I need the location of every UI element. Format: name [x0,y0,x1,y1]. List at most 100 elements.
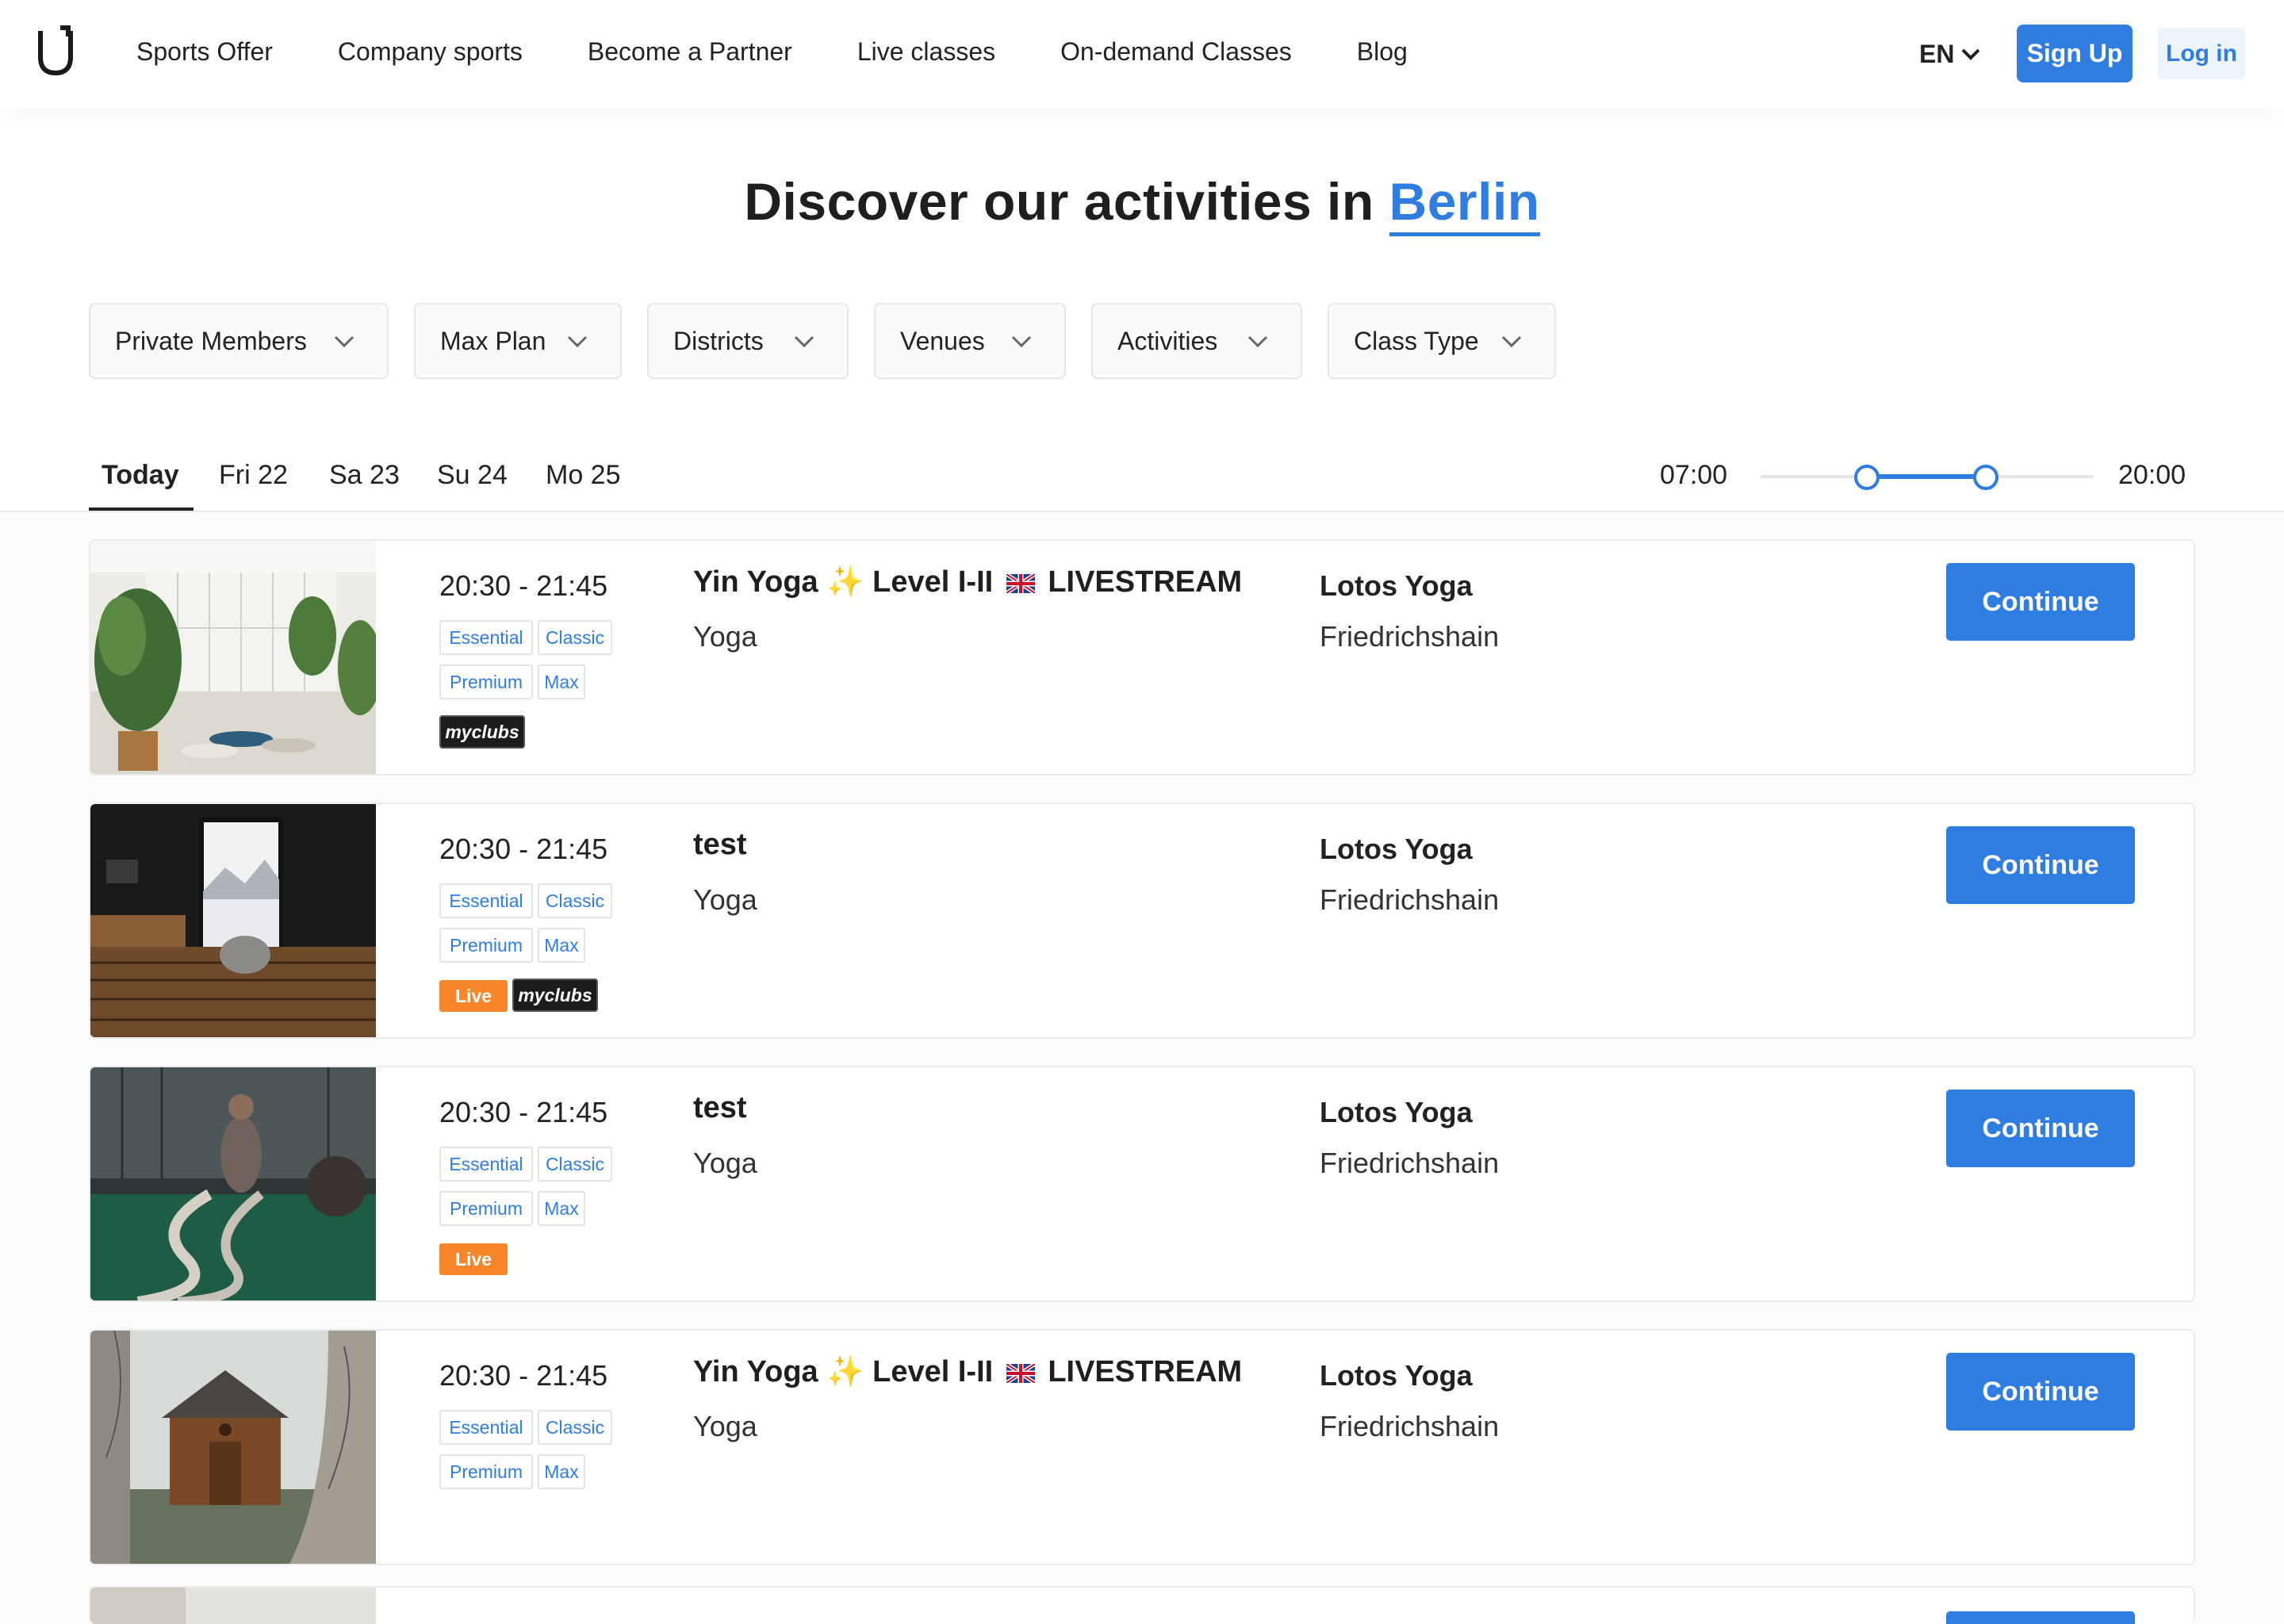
live-badge: Live [439,980,508,1012]
class-time: 20:30 - 21:45 [439,833,608,865]
log-in-button[interactable]: Log in [2158,28,2245,79]
plan-tag-classic: Classic [538,1147,612,1182]
sauna-photo [90,804,376,1037]
urban-sports-logo-icon[interactable] [36,25,75,78]
tab-today[interactable]: Today [102,460,179,491]
continue-button[interactable]: Continue [1946,826,2135,904]
class-card: 20:30 - 21:45 Essential Classic Premium … [89,802,2195,1039]
class-image[interactable] [90,804,376,1037]
plan-tag-essential: Essential [439,1410,533,1445]
class-time: 20:30 - 21:45 [439,1096,608,1128]
continue-button[interactable]: Continue [1946,563,2135,641]
tab-fri-22[interactable]: Fri 22 [219,460,288,491]
class-card: 20:30 - 21:45 Essential Classic Premium … [89,539,2195,776]
filter-label: Activities [1117,326,1218,355]
class-category: Yoga [693,1410,757,1442]
plan-tag-classic: Classic [538,1410,612,1445]
class-title-name: Yin Yoga [693,565,818,599]
plan-tag-essential: Essential [439,620,533,655]
plan-tag-premium: Premium [439,1454,533,1489]
filter-label: Private Members [115,326,307,355]
filter-venues[interactable]: Venues [874,303,1066,379]
time-slider-range [1867,474,1986,479]
class-title[interactable]: Yin Yoga ✨ Level I-II LIVESTREAM [693,565,1242,599]
wooden-hut-photo [90,1331,376,1564]
venue-name[interactable]: Lotos Yoga [1320,569,1473,603]
filter-label: Class Type [1354,326,1479,355]
filter-class-type[interactable]: Class Type [1328,303,1556,379]
page-title-prefix: Discover our activities in [744,172,1374,231]
tab-su-24[interactable]: Su 24 [437,460,508,491]
class-time: 20:30 - 21:45 [439,569,608,602]
sparkles-icon: ✨ [826,1355,864,1388]
plan-tag-classic: Classic [538,883,612,918]
chevron-down-icon [334,335,354,348]
continue-button[interactable]: Continue [1946,1090,2135,1167]
top-nav: Sports Offer Company sports Become a Par… [0,0,2284,108]
filter-max-plan[interactable]: Max Plan [414,303,622,379]
nav-link-sports-offer[interactable]: Sports Offer [136,37,273,67]
plan-tag-essential: Essential [439,1147,533,1182]
class-card: 20:30 - 21:45 Essential Classic Premium … [89,1066,2195,1302]
class-image[interactable] [90,541,376,774]
sparkles-icon: ✨ [826,565,864,599]
class-title[interactable]: test [693,828,747,862]
class-card: 20:30 - 21:45 Essential Classic Premium … [89,1329,2195,1565]
language-selector[interactable]: EN [1919,36,1981,71]
tab-mo-25[interactable]: Mo 25 [546,460,621,491]
nav-link-live-classes[interactable]: Live classes [857,37,995,67]
chevron-down-icon [1962,48,1980,60]
district-name: Friedrichshain [1320,1147,1500,1179]
continue-button[interactable]: Continue [1946,1353,2135,1431]
filter-label: Max Plan [440,326,546,355]
class-card [89,1586,2195,1624]
chevron-down-icon [1011,335,1032,348]
class-image[interactable] [90,1588,376,1624]
filter-districts[interactable]: Districts [647,303,849,379]
class-title-name: Yin Yoga [693,1355,818,1388]
district-name: Friedrichshain [1320,883,1500,916]
continue-button[interactable] [1946,1611,2135,1624]
nav-link-company-sports[interactable]: Company sports [338,37,523,67]
chevron-down-icon [1501,335,1522,348]
class-title[interactable]: Yin Yoga ✨ Level I-II LIVESTREAM [693,1354,1242,1389]
class-category: Yoga [693,883,757,916]
class-time: 20:30 - 21:45 [439,1359,608,1392]
district-name: Friedrichshain [1320,1410,1500,1442]
plan-tag-max: Max [538,1191,585,1226]
tab-sa-23[interactable]: Sa 23 [329,460,400,491]
nav-links: Sports Offer Company sports Become a Par… [136,0,1408,103]
time-slider-handle-end[interactable] [1973,465,1998,490]
venue-name[interactable]: Lotos Yoga [1320,1359,1473,1392]
uk-flag-icon [1006,1363,1035,1383]
plan-tag-premium: Premium [439,1191,533,1226]
class-category: Yoga [693,1147,757,1179]
plan-tag-premium: Premium [439,928,533,963]
battle-rope-gym-photo [90,1067,376,1300]
class-image[interactable] [90,1331,376,1564]
nav-link-blog[interactable]: Blog [1357,37,1408,67]
class-image[interactable] [90,1067,376,1300]
studio-photo [90,1588,376,1624]
page-title: Discover our activities in Berlin [0,171,2284,236]
sign-up-button[interactable]: Sign Up [2017,25,2133,82]
plan-tag-classic: Classic [538,620,612,655]
class-title[interactable]: test [693,1091,747,1125]
venue-name[interactable]: Lotos Yoga [1320,1096,1473,1129]
yoga-studio-photo [90,541,376,774]
nav-link-become-partner[interactable]: Become a Partner [588,37,792,67]
district-name: Friedrichshain [1320,620,1500,653]
class-category: Yoga [693,620,757,653]
live-badge: Live [439,1243,508,1275]
nav-link-on-demand[interactable]: On-demand Classes [1060,37,1292,67]
filter-private-members[interactable]: Private Members [89,303,389,379]
active-tab-indicator [89,508,194,511]
plan-tag-max: Max [538,1454,585,1489]
venue-name[interactable]: Lotos Yoga [1320,833,1473,866]
time-slider-handle-start[interactable] [1854,465,1880,490]
chevron-down-icon [567,335,588,348]
city-selector[interactable]: Berlin [1389,172,1540,236]
filter-activities[interactable]: Activities [1091,303,1302,379]
chevron-down-icon [1247,335,1268,348]
filter-label: Districts [673,326,764,355]
